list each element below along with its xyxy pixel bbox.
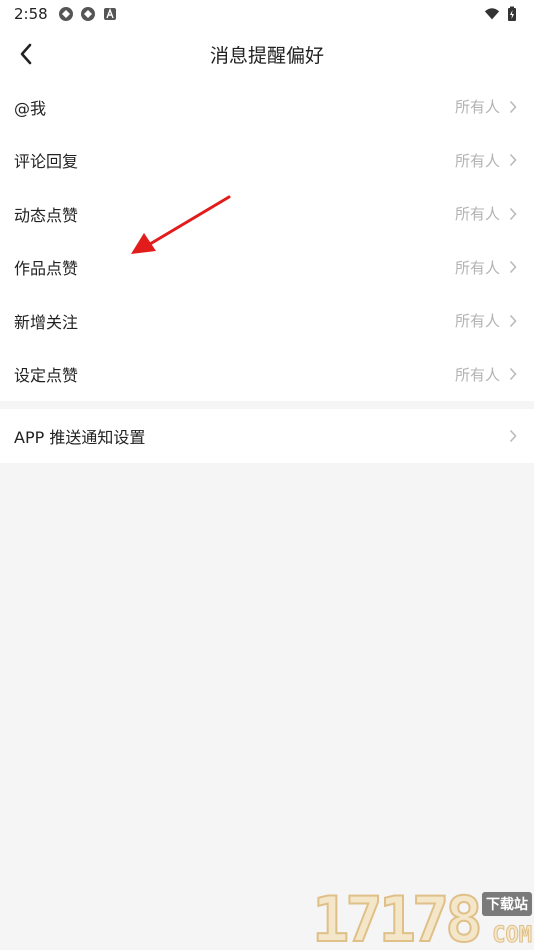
watermark-suffix: COM: [492, 923, 533, 949]
setting-value: 所有人: [454, 151, 500, 170]
setting-label: 评论回复: [14, 152, 79, 172]
setting-label: 动态点赞: [14, 205, 79, 225]
setting-value: 所有人: [454, 365, 500, 384]
setting-row-post-like[interactable]: 动态点赞 所有人: [0, 187, 534, 241]
chevron-right-icon: [506, 153, 520, 167]
battery-charging-icon: [504, 6, 520, 22]
setting-label: 设定点赞: [14, 366, 79, 386]
status-notification-icons: [58, 6, 118, 22]
chevron-right-icon: [506, 314, 520, 328]
page-title: 消息提醒偏好: [209, 44, 324, 67]
status-bar: 2:58: [0, 0, 534, 28]
setting-row-work-like[interactable]: 作品点赞 所有人: [0, 241, 534, 295]
chevron-right-icon: [506, 367, 520, 381]
setting-row-mention[interactable]: @我 所有人: [0, 80, 534, 134]
navigation-header: 消息提醒偏好: [0, 28, 534, 80]
setting-row-comment-reply[interactable]: 评论回复 所有人: [0, 134, 534, 188]
app-notification-icon: [58, 6, 74, 22]
watermark-number: 17178: [311, 883, 484, 950]
push-notification-settings-row[interactable]: APP 推送通知设置: [0, 409, 534, 463]
app-notification-icon: [80, 6, 96, 22]
chevron-right-icon: [506, 100, 520, 114]
wifi-icon: [484, 6, 500, 22]
status-system-icons: [484, 6, 520, 22]
setting-value: 所有人: [454, 205, 500, 224]
setting-label: 作品点赞: [14, 259, 79, 279]
notification-settings-list: @我 所有人 评论回复 所有人 动态点赞 所有人 作品点赞 所有人 新增关注 所…: [0, 80, 534, 401]
back-arrow-icon: [20, 43, 32, 65]
watermark-badge: 下载站: [482, 892, 532, 916]
chevron-right-icon: [506, 429, 520, 443]
a-notification-icon: [102, 6, 118, 22]
setting-value: 所有人: [454, 98, 500, 117]
chevron-right-icon: [506, 260, 520, 274]
push-settings-label: APP 推送通知设置: [14, 428, 146, 447]
setting-label: @我: [14, 98, 47, 118]
chevron-right-icon: [506, 207, 520, 221]
push-settings-section: APP 推送通知设置: [0, 409, 534, 463]
status-time: 2:58: [14, 5, 48, 23]
setting-row-new-follow[interactable]: 新增关注 所有人: [0, 294, 534, 348]
site-watermark-logo: 17178 下载站 COM: [311, 883, 534, 950]
setting-value: 所有人: [454, 312, 500, 331]
setting-value: 所有人: [454, 258, 500, 277]
setting-row-setting-like[interactable]: 设定点赞 所有人: [0, 348, 534, 402]
setting-label: 新增关注: [14, 312, 79, 332]
back-button[interactable]: [10, 38, 42, 70]
